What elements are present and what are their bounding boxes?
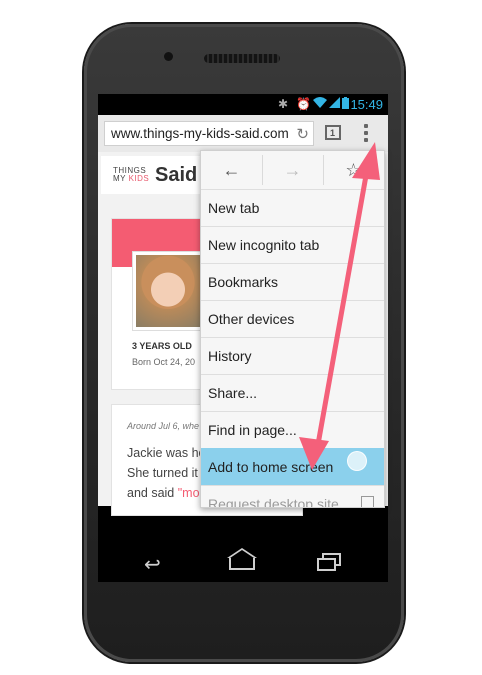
arrow-shaft <box>314 167 370 453</box>
arrow-head-top <box>352 142 380 180</box>
arrow-head-bottom <box>299 437 329 470</box>
annotation-arrow <box>299 142 380 470</box>
